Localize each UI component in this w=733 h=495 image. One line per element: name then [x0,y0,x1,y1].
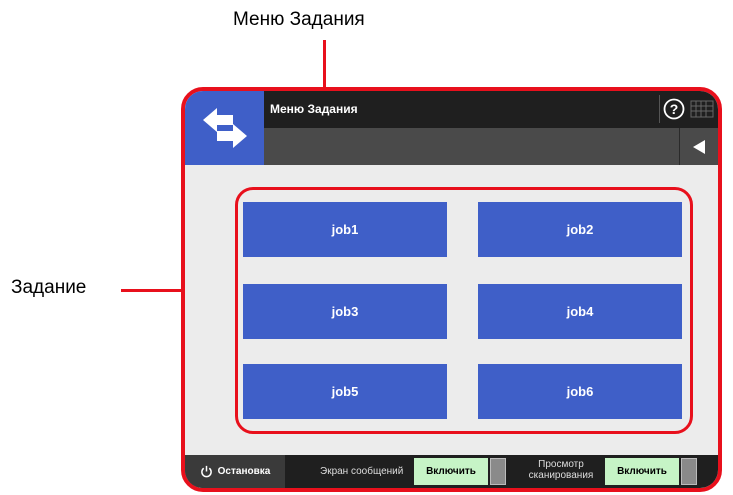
job-button-2[interactable]: job2 [478,202,682,257]
device-screen: Меню Задания ? job1 job2 job3 job4 job5 … [181,87,722,492]
message-screen-toggle[interactable]: Включить [414,458,488,485]
scan-preview-toggle-knob[interactable] [681,458,697,485]
job-button-4[interactable]: job4 [478,284,682,339]
scan-preview-toggle[interactable]: Включить [605,458,679,485]
job-button-6[interactable]: job6 [478,364,682,419]
keyboard-icon [690,100,714,118]
scan-preview-label: Просмотр сканирования [511,459,611,481]
job-button-3[interactable]: job3 [243,284,447,339]
stop-label: Остановка [217,466,271,477]
page-title: Меню Задания [270,102,358,116]
power-icon [200,465,212,478]
message-screen-toggle-knob[interactable] [490,458,506,485]
header-bar: Меню Задания ? [264,91,718,128]
svg-text:?: ? [670,101,679,117]
triangle-left-icon [693,139,705,154]
scan-preview-label-line1: Просмотр [538,459,584,470]
question-circle-icon: ? [663,98,685,120]
swap-arrows-icon [202,108,247,148]
message-screen-label: Экран сообщений [320,466,404,477]
app-logo [185,91,264,165]
header-subbar [264,128,718,165]
footer-bar: Остановка Экран сообщений Включить Просм… [185,455,718,488]
job-callout-label: Задание [11,277,87,298]
menu-callout-label: Меню Задания [233,9,365,30]
stop-button[interactable]: Остановка [185,455,285,488]
keyboard-button[interactable] [688,95,716,123]
help-button[interactable]: ? [659,95,688,123]
back-button[interactable] [679,128,718,165]
job-button-5[interactable]: job5 [243,364,447,419]
scan-preview-label-line2: сканирования [528,470,594,481]
menu-callout-line [323,40,326,88]
job-button-1[interactable]: job1 [243,202,447,257]
